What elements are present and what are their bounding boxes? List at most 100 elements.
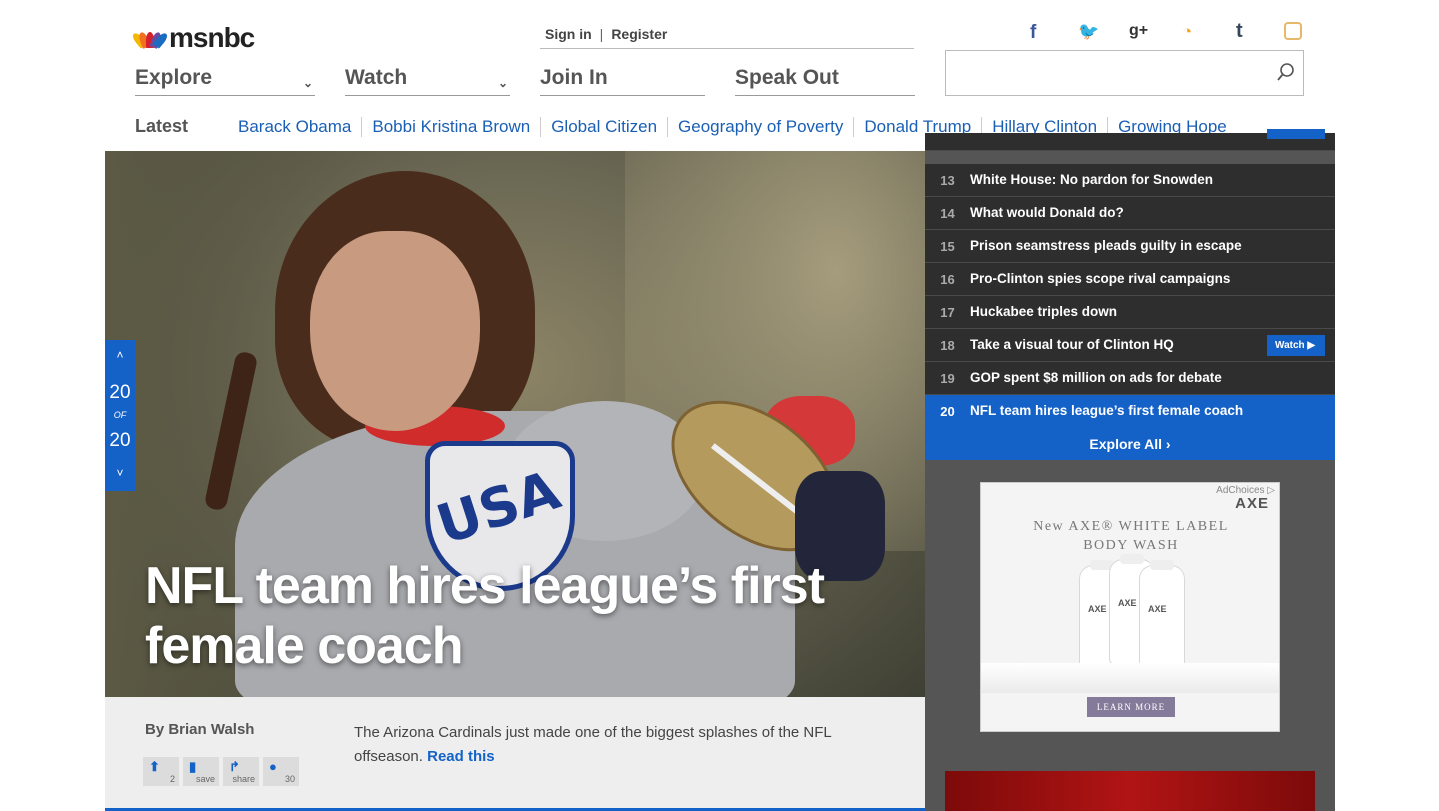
- latest-link[interactable]: Barack Obama: [228, 117, 361, 137]
- story-title: Prison seamstress pleads guilty in escap…: [970, 238, 1242, 253]
- story-number: 15: [940, 239, 955, 254]
- tumblr-icon[interactable]: t: [1236, 20, 1243, 43]
- nav-watch[interactable]: Watch ⌄: [345, 66, 510, 96]
- comment-count: 30: [284, 774, 295, 784]
- list-item[interactable]: 18 Take a visual tour of Clinton HQ Watc…: [925, 329, 1335, 362]
- list-item[interactable]: 14 What would Donald do?: [925, 197, 1335, 230]
- chevron-down-icon: ⌄: [497, 76, 508, 90]
- chevron-down-icon[interactable]: ˅: [105, 466, 135, 480]
- sign-in-link[interactable]: Sign in: [545, 26, 592, 42]
- ad-headline-line2: BODY WASH: [1083, 538, 1179, 553]
- read-this-link[interactable]: Read this: [427, 748, 495, 765]
- story-title: Pro-Clinton spies scope rival campaigns: [970, 271, 1231, 286]
- story-number: 14: [940, 206, 955, 221]
- story-number: 16: [940, 272, 955, 287]
- twitter-icon[interactable]: 🐦: [1078, 22, 1099, 42]
- comment-icon: ●: [269, 759, 277, 774]
- share-button[interactable]: ↱ share: [223, 757, 259, 786]
- story-number: 18: [940, 338, 955, 353]
- latest-link[interactable]: Bobbi Kristina Brown: [361, 117, 540, 137]
- save-label: save: [195, 774, 215, 784]
- learn-more-button[interactable]: LEARN MORE: [1087, 697, 1175, 717]
- nav-speak-out-label: Speak Out: [735, 66, 839, 89]
- story-summary: The Arizona Cardinals just made one of t…: [354, 721, 874, 769]
- bottle-label: AXE: [1148, 604, 1167, 614]
- search-input[interactable]: [946, 51, 1266, 95]
- watch-button[interactable]: Watch ▶: [1267, 335, 1325, 356]
- story-title: Take a visual tour of Clinton HQ: [970, 337, 1174, 352]
- story-number: 19: [940, 371, 955, 386]
- byline[interactable]: By Brian Walsh: [145, 721, 254, 738]
- upvote-icon: ⬆: [149, 759, 160, 774]
- logo-text: msnbc: [169, 22, 255, 53]
- list-item[interactable]: 16 Pro-Clinton spies scope rival campaig…: [925, 263, 1335, 296]
- ad-headline: New AXE® WHITE LABEL BODY WASH: [981, 517, 1279, 555]
- comment-button[interactable]: ● 30: [263, 757, 299, 786]
- share-icon: ↱: [229, 759, 240, 774]
- nav-join-in-label: Join In: [540, 66, 608, 89]
- ad-headline-line1: New AXE® WHITE LABEL: [1033, 519, 1229, 534]
- hero-headline[interactable]: NFL team hires league’s first female coa…: [145, 556, 885, 676]
- story-meta: By Brian Walsh ⬆ 2 ▮ save ↱ share ● 30 T…: [105, 697, 925, 811]
- story-pager: ˄ 20 OF 20 ˅: [105, 340, 135, 491]
- register-link[interactable]: Register: [611, 26, 667, 42]
- nav-explore[interactable]: Explore ⌄: [135, 66, 315, 96]
- latest-label: Latest: [135, 116, 189, 136]
- msnbc-logo[interactable]: msnbc: [130, 22, 255, 54]
- bookmark-icon: ▮: [189, 759, 197, 774]
- story-number: 17: [940, 305, 955, 320]
- latest-link[interactable]: Global Citizen: [540, 117, 667, 137]
- instagram-icon[interactable]: [1284, 22, 1302, 40]
- share-label: share: [232, 774, 255, 784]
- account-separator: |: [599, 26, 604, 42]
- list-item-partial[interactable]: [925, 129, 1335, 151]
- story-title: GOP spent $8 million on ads for debate: [970, 370, 1222, 385]
- story-title: Huckabee triples down: [970, 304, 1118, 319]
- pager-of: OF: [113, 410, 127, 420]
- story-title: NFL team hires league’s first female coa…: [970, 403, 1244, 418]
- right-column: 13 White House: No pardon for Snowden 14…: [925, 129, 1335, 811]
- nav-speak-out[interactable]: Speak Out: [735, 66, 915, 96]
- bottle-label: AXE: [1088, 604, 1107, 614]
- story-number: 13: [940, 173, 955, 188]
- summary-text: The Arizona Cardinals just made one of t…: [354, 724, 832, 765]
- chevron-down-icon: ⌄: [302, 76, 313, 90]
- list-item[interactable]: 19 GOP spent $8 million on ads for debat…: [925, 362, 1335, 395]
- search-icon[interactable]: [1277, 63, 1295, 81]
- story-title: White House: No pardon for Snowden: [970, 172, 1213, 187]
- rss-icon[interactable]: ◔: [1182, 22, 1192, 42]
- upvote-button[interactable]: ⬆ 2: [143, 757, 179, 786]
- upvote-count: 2: [169, 774, 175, 784]
- hero-image[interactable]: USA NFL team hires league’s first female…: [105, 151, 925, 697]
- nav-explore-label: Explore: [135, 66, 213, 89]
- pager-total: 20: [109, 430, 131, 451]
- bottle-label: AXE: [1118, 598, 1137, 608]
- nav-join-in[interactable]: Join In: [540, 66, 705, 96]
- account-divider: [540, 48, 914, 49]
- explore-all-button[interactable]: Explore All ›: [925, 428, 1335, 460]
- list-item-active[interactable]: 20 NFL team hires league’s first female …: [925, 395, 1335, 428]
- product-bottle: AXE: [1139, 560, 1185, 671]
- promo-banner[interactable]: [945, 771, 1315, 811]
- chevron-up-icon[interactable]: ˄: [105, 348, 135, 362]
- pager-current: 20: [109, 382, 131, 403]
- hero-photo-face: [310, 231, 480, 431]
- page: msnbc Sign in | Register Explore ⌄ Watch…: [0, 0, 1439, 811]
- save-button[interactable]: ▮ save: [183, 757, 219, 786]
- google-plus-icon[interactable]: g+: [1129, 22, 1148, 40]
- axe-logo: AXE: [1235, 495, 1269, 512]
- nav-watch-label: Watch: [345, 66, 408, 89]
- story-title: What would Donald do?: [970, 205, 1124, 220]
- story-number: 20: [940, 404, 955, 419]
- account-links: Sign in | Register: [545, 26, 667, 42]
- list-item[interactable]: 17 Huckabee triples down: [925, 296, 1335, 329]
- facebook-icon[interactable]: f: [1030, 22, 1036, 44]
- watch-button[interactable]: [1267, 129, 1325, 139]
- story-actions: ⬆ 2 ▮ save ↱ share ● 30: [143, 757, 299, 786]
- advertisement[interactable]: AdChoices ▷ AXE New AXE® WHITE LABEL BOD…: [980, 482, 1280, 732]
- search-box: [945, 50, 1304, 96]
- peacock-icon: [130, 26, 170, 50]
- list-item[interactable]: 13 White House: No pardon for Snowden: [925, 164, 1335, 197]
- latest-link[interactable]: Geography of Poverty: [667, 117, 853, 137]
- list-item[interactable]: 15 Prison seamstress pleads guilty in es…: [925, 230, 1335, 263]
